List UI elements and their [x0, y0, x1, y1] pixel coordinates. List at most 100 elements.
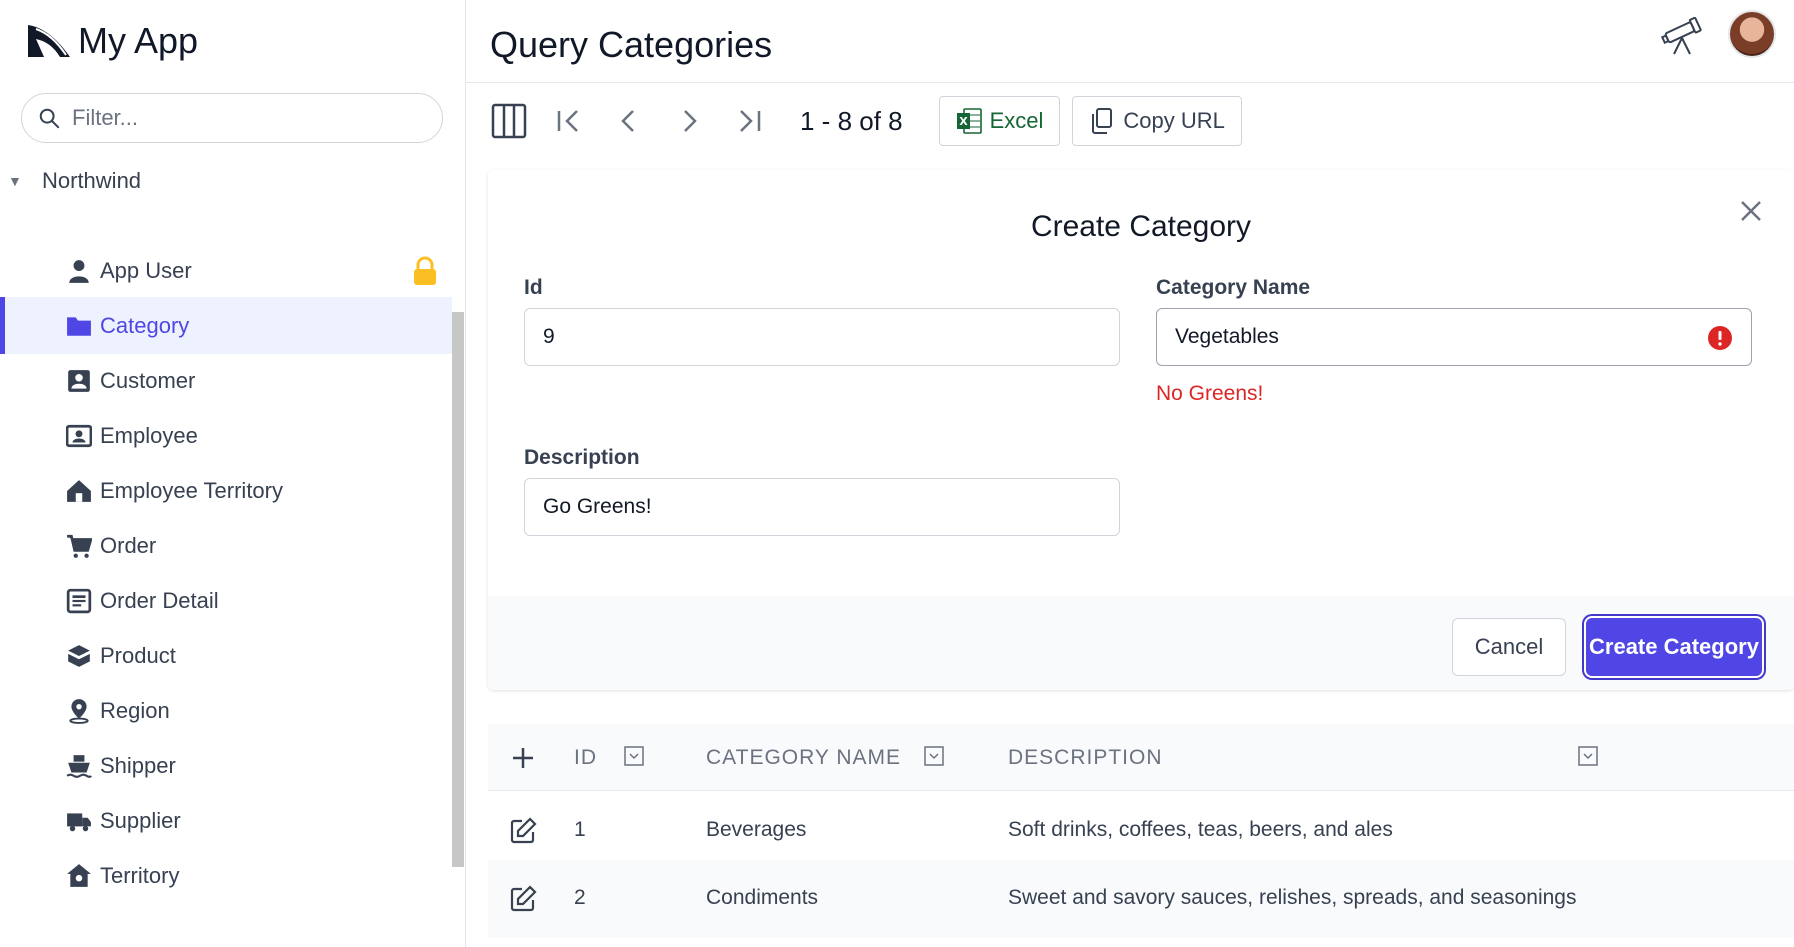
- sidebar-item-label: Region: [100, 697, 170, 723]
- category-name-value: Vegetables: [1175, 325, 1279, 348]
- sidebar-scrollbar[interactable]: [452, 312, 464, 867]
- excel-label: Excel: [989, 108, 1044, 133]
- excel-icon: X: [956, 108, 982, 134]
- sidebar-item-label: Order: [100, 532, 157, 558]
- sidebar-item-product[interactable]: Product: [0, 627, 452, 684]
- search-icon: [39, 108, 60, 129]
- sidebar-item-order[interactable]: Order: [0, 517, 452, 574]
- lock-icon: [414, 256, 436, 285]
- column-header-category-name[interactable]: CATEGORY NAME: [706, 746, 901, 770]
- cell-category-name: Condiments: [706, 886, 819, 909]
- box-icon: [68, 644, 90, 667]
- sidebar-item-region[interactable]: Region: [0, 682, 452, 739]
- edit-icon[interactable]: [508, 816, 538, 846]
- chevron-left-icon: [621, 110, 634, 132]
- id-value: 9: [543, 325, 555, 348]
- sidebar-item-supplier[interactable]: Supplier: [0, 792, 452, 849]
- sidebar-item-employee[interactable]: Employee: [0, 407, 452, 464]
- table-row[interactable]: 1 Beverages Soft drinks, coffees, teas, …: [488, 792, 1794, 870]
- nav-group-northwind[interactable]: ▼ Northwind: [8, 168, 141, 194]
- header-divider: [466, 82, 1794, 83]
- sidebar-item-label: Customer: [100, 367, 196, 393]
- description-label: Description: [524, 446, 640, 469]
- form-footer: Cancel Create Category: [488, 596, 1794, 690]
- brand[interactable]: My App: [26, 20, 198, 62]
- cell-id: 1: [574, 818, 586, 841]
- first-page-icon: [557, 110, 578, 132]
- id-field[interactable]: 9: [524, 308, 1120, 366]
- sidebar-item-order-detail[interactable]: Order Detail: [0, 572, 452, 629]
- sidebar-item-label: Supplier: [100, 807, 181, 833]
- columns-icon: [491, 103, 527, 139]
- cell-category-name: Beverages: [706, 818, 807, 841]
- filter-input[interactable]: [72, 105, 412, 131]
- cancel-button[interactable]: Cancel: [1452, 618, 1566, 676]
- receipt-icon: [66, 588, 92, 613]
- edit-icon[interactable]: [508, 884, 538, 914]
- filter-column-icon[interactable]: [924, 746, 944, 766]
- excel-button[interactable]: X Excel: [938, 96, 1061, 146]
- sidebar-item-label: App User: [100, 257, 192, 283]
- column-header-description[interactable]: DESCRIPTION: [1008, 746, 1163, 770]
- prev-page-button[interactable]: [608, 100, 650, 142]
- sidebar-item-shipper[interactable]: Shipper: [0, 737, 452, 794]
- form-title: Create Category: [1030, 210, 1252, 243]
- sidebar-item-label: Shipper: [100, 752, 176, 778]
- table-header: ID CATEGORY NAME DESCRIPTION: [488, 724, 1794, 791]
- column-header-id[interactable]: ID: [574, 746, 597, 770]
- description-field[interactable]: Go Greens!: [524, 478, 1120, 536]
- add-icon[interactable]: [510, 745, 536, 771]
- id-label: Id: [524, 276, 543, 299]
- close-icon[interactable]: [1738, 198, 1764, 224]
- header-actions: [1660, 10, 1776, 58]
- category-name-error: No Greens!: [1156, 382, 1264, 405]
- truck-icon: [67, 812, 91, 831]
- sidebar-item-territory[interactable]: Territory: [0, 847, 452, 904]
- cell-description: Soft drinks, coffees, teas, beers, and a…: [1008, 818, 1393, 841]
- sidebar-item-label: Product: [100, 642, 176, 668]
- sidebar-item-employee-territory[interactable]: Employee Territory: [0, 462, 452, 519]
- cell-id: 2: [574, 886, 586, 909]
- svg-text:X: X: [959, 115, 968, 128]
- folder-icon: [67, 316, 91, 336]
- create-category-button[interactable]: Create Category: [1586, 618, 1762, 676]
- sidebar-item-label: Category: [100, 312, 190, 338]
- contact-icon: [68, 369, 90, 392]
- last-page-icon: [740, 110, 761, 132]
- cell-description: Sweet and savory sauces, relishes, sprea…: [1008, 886, 1577, 909]
- main-content: Query Categories 1 - 8 of 8 X Excel Copy…: [466, 0, 1794, 947]
- filter-column-icon[interactable]: [624, 746, 644, 766]
- id-card-icon: [66, 424, 92, 447]
- error-icon: [1708, 326, 1732, 350]
- telescope-icon[interactable]: [1660, 12, 1706, 56]
- user-avatar[interactable]: [1728, 10, 1776, 58]
- caret-down-icon: ▼: [8, 173, 22, 189]
- app-logo-icon: [28, 25, 70, 57]
- sidebar-item-label: Order Detail: [100, 587, 219, 613]
- house-icon: [67, 479, 91, 502]
- category-name-label: Category Name: [1156, 276, 1311, 299]
- last-page-button[interactable]: [728, 100, 770, 142]
- sidebar-item-label: Employee Territory: [100, 477, 283, 503]
- chevron-right-icon: [684, 110, 697, 132]
- filter-column-icon[interactable]: [1578, 746, 1598, 766]
- sidebar-item-label: Employee: [100, 422, 198, 448]
- sidebar-item-category[interactable]: Category: [0, 297, 452, 354]
- sidebar-item-app-user[interactable]: App User: [0, 242, 452, 299]
- copy-url-label: Copy URL: [1123, 108, 1225, 133]
- sidebar-item-label: Territory: [100, 862, 180, 888]
- columns-button[interactable]: [488, 100, 530, 142]
- page-title: Query Categories: [490, 24, 773, 65]
- filter-box: [21, 93, 443, 143]
- nav-group-label: Northwind: [42, 168, 142, 193]
- first-page-button[interactable]: [548, 100, 590, 142]
- toolbar: 1 - 8 of 8 X Excel Copy URL: [488, 96, 1254, 146]
- ship-icon: [66, 754, 92, 778]
- sidebar: My App ▼ Northwind App User Category Cus…: [0, 0, 466, 947]
- category-name-field[interactable]: Vegetables: [1156, 308, 1752, 366]
- table-row[interactable]: 2 Condiments Sweet and savory sauces, re…: [488, 860, 1794, 938]
- next-page-button[interactable]: [668, 100, 710, 142]
- copy-url-button[interactable]: Copy URL: [1072, 96, 1242, 146]
- sidebar-item-customer[interactable]: Customer: [0, 352, 452, 409]
- copy-icon: [1092, 108, 1113, 134]
